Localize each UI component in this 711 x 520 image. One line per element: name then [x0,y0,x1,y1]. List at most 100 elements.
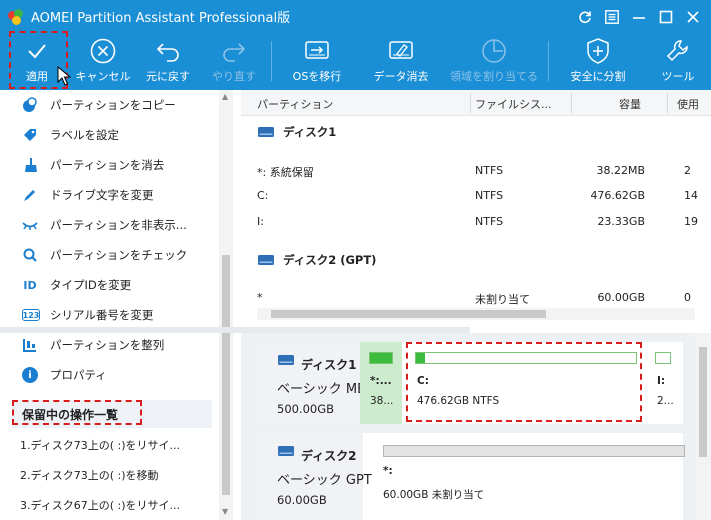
migrate-os-button[interactable]: OSを移行 [284,33,350,90]
hide-partition-item[interactable]: パーティションを非表示... [12,210,212,240]
align-partition-label: パーティションを整列 [50,338,165,352]
align-partition-item[interactable]: パーティションを整列 [12,330,212,360]
pending-operation-item[interactable]: 2.ディスク73上の( :)を移動 [12,460,212,490]
disk-size: 500.00GB [277,402,335,416]
info-icon: i [22,367,38,383]
partition-name-cell: C: [257,189,269,202]
table-row[interactable]: * 未割り当て 60.00GB 0 [241,286,711,310]
id-icon: ID [23,278,37,292]
used-cell: 19 [684,215,698,228]
wipe-data-button[interactable]: データ消去 [366,33,436,90]
properties-label: プロパティ [50,368,107,382]
table-row[interactable]: *: 系統保留 NTFS 38.22MB 2 [241,159,711,183]
window-title: AOMEI Partition Assistant Professional版 [31,11,291,26]
filesystem-cell: NTFS [475,189,504,202]
disk-group-row[interactable]: ディスク2 (GPT) [241,247,376,273]
change-drive-letter-label: ドライブ文字を変更 [50,188,154,202]
capacity-cell: 38.22MB [596,164,645,177]
scroll-down-arrow-icon[interactable]: ▼ [222,508,230,516]
toolbar: 適用 キャンセル 元に戻す やり直す OSを移行 データ消去 領域を割り当てる … [0,33,711,90]
partition-table-header: パーティション ファイルシス... 容量 使用 [241,90,711,116]
disk-group-name: ディスク2 (GPT) [283,253,377,267]
wipe-data-label: データ消去 [373,70,429,83]
partition-name-cell: I: [257,215,264,228]
wipe-partition-label: パーティションを消去 [50,158,165,172]
properties-item[interactable]: i プロパティ [12,360,212,390]
copy-partition-item[interactable]: パーティションをコピー [12,90,212,120]
disk-size: 60.00GB [277,493,327,507]
allocate-space-button[interactable]: 領域を割り当てる [446,33,542,90]
change-drive-letter-item[interactable]: ドライブ文字を変更 [12,180,212,210]
partition-usage-fill [370,353,392,363]
broom-icon [22,157,38,173]
tools-button[interactable]: ツール [650,33,706,90]
cancel-label: キャンセル [75,70,131,83]
set-label-label: ラベルを設定 [50,128,119,142]
disk-info: ディスク1 ベーシック MBR 500.00GB [255,342,375,424]
wipe-partition-item[interactable]: パーティションを消去 [12,150,212,180]
wipe-data-icon [389,41,413,59]
disk-card[interactable]: ディスク1 ベーシック MBR 500.00GB *:... 38... C: … [255,342,683,424]
undo-button[interactable]: 元に戻す [140,33,196,90]
set-label-item[interactable]: ラベルを設定 [12,120,212,150]
used-cell: 0 [684,291,691,304]
check-partition-item[interactable]: パーティションをチェック [12,240,212,270]
column-filesystem[interactable]: ファイルシス... [475,96,552,112]
check-partition-label: パーティションをチェック [50,248,188,262]
close-icon[interactable] [681,6,705,28]
copy-partition-icon [22,97,38,113]
undo-label: 元に戻す [146,70,190,83]
filesystem-cell: NTFS [475,164,504,177]
pending-operation-item[interactable]: 3.ディスク67上の( :)をリサイ... [12,490,212,520]
hide-eye-icon [22,217,38,233]
align-icon [22,337,38,353]
main-area: パーティションをコピー ラベルを設定 パーティションを消去 ドライブ文字を変更 … [0,90,711,520]
disk-drive-icon [258,255,274,265]
disk-card[interactable]: ディスク2 ベーシック GPT 60.00GB *: 60.00GB 未割り当て [255,433,685,520]
disk-group-row[interactable]: ディスク1 [241,119,336,145]
refresh-icon[interactable] [573,6,597,28]
disk-map-scroll-thumb[interactable] [699,347,707,457]
sidebar-scroll-thumb[interactable] [222,255,230,495]
menu-icon[interactable] [600,6,624,28]
partition-block[interactable]: I: 2... [653,342,681,424]
partition-block[interactable]: *: 60.00GB 未割り当て [363,433,685,520]
maximize-icon[interactable] [654,6,678,28]
table-scroll-thumb[interactable] [271,310,546,318]
pending-operation-item[interactable]: 1.ディスク73上の( :)をリサイ... [12,430,212,460]
scroll-up-arrow-icon[interactable]: ▲ [222,93,230,101]
column-used[interactable]: 使用 [677,96,699,112]
partition-usage-bar [369,352,393,364]
allocate-space-icon [482,39,506,63]
change-serial-number-item[interactable]: 123 シリアル番号を変更 [12,300,212,330]
mouse-cursor-icon [57,66,71,86]
disk-name: ディスク2 [301,449,357,463]
disk-drive-icon [278,446,294,456]
check-search-icon [22,247,38,263]
safe-split-button[interactable]: 安全に分割 [560,33,636,90]
filesystem-cell: NTFS [475,215,504,228]
cancel-button[interactable]: キャンセル [70,33,136,90]
tools-icon [666,40,688,62]
change-type-id-item[interactable]: ID タイプIDを変更 [12,270,212,300]
disk-map-panel: ディスク1 ベーシック MBR 500.00GB *:... 38... C: … [241,333,711,520]
redo-label: やり直す [212,70,256,83]
toolbar-divider [548,41,549,81]
disk-name: ディスク1 [301,358,357,372]
sidebar-scrollbar[interactable]: ▲ ▼ [219,90,233,520]
disk-map-scrollbar[interactable] [695,333,711,520]
column-capacity[interactable]: 容量 [619,96,641,112]
column-partition[interactable]: パーティション [257,96,333,112]
used-cell: 14 [684,189,698,202]
redo-button[interactable]: やり直す [206,33,262,90]
table-row[interactable]: C: NTFS 476.62GB 14 [241,184,711,208]
minimize-icon[interactable] [627,6,651,28]
app-logo [8,8,24,25]
table-horizontal-scrollbar[interactable] [257,308,695,320]
filesystem-cell: 未割り当て [475,293,530,306]
migrate-os-icon [305,41,329,59]
table-row[interactable]: I: NTFS 23.33GB 19 [241,210,711,234]
toolbar-divider [271,41,272,81]
partition-block[interactable]: *:... 38... [360,342,402,424]
capacity-cell: 476.62GB [590,189,645,202]
